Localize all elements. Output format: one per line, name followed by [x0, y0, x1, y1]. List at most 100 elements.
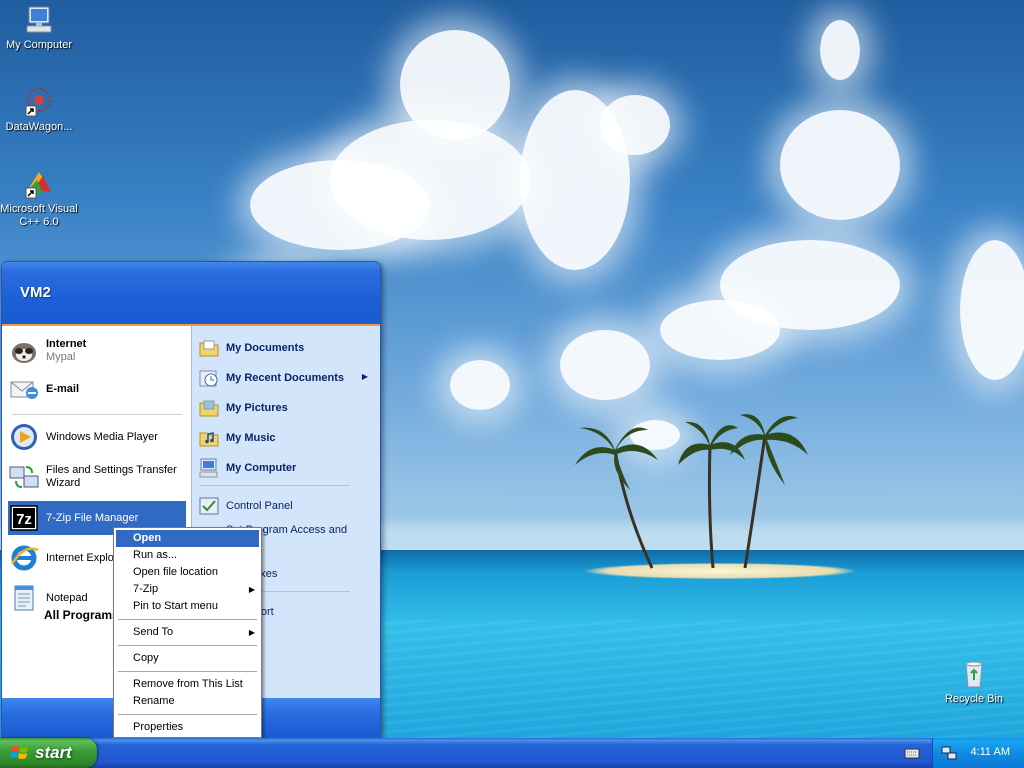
cloud: [780, 110, 900, 220]
pinned-item-email[interactable]: E-mail: [8, 372, 186, 406]
system-tray: 4:11 AM: [932, 738, 1024, 768]
ctx-properties[interactable]: Properties: [116, 719, 259, 736]
recent-item-windows-media-player[interactable]: Windows Media Player: [8, 420, 186, 454]
pinned-item-subtitle: Mypal: [46, 351, 76, 363]
submenu-arrow-icon: ▶: [248, 585, 255, 594]
ctx-remove-from-list[interactable]: Remove from This List: [116, 676, 259, 693]
desktop-icon-label: Microsoft Visual C++ 6.0: [0, 203, 78, 228]
separator: [118, 671, 257, 672]
place-label: My Documents: [226, 342, 305, 354]
media-player-icon: [11, 424, 37, 450]
submenu-arrow-icon: ▶: [248, 628, 255, 637]
computer-icon: [199, 458, 218, 478]
place-my-documents[interactable]: My Documents: [198, 334, 374, 362]
cloud: [960, 240, 1024, 380]
desktop-icon-label: DataWagon...: [5, 121, 73, 133]
control-panel-icon: [199, 497, 219, 515]
context-menu: Open Run as... Open file location 7-Zip ▶…: [113, 527, 262, 738]
taskbar: start 4:11 AM: [0, 738, 1024, 768]
desktop-icon-my-computer[interactable]: My Computer: [0, 4, 78, 52]
ctx-label: 7-Zip: [133, 583, 159, 595]
desktop-icon-datawagon[interactable]: DataWagon...: [0, 86, 78, 134]
cloud: [450, 360, 510, 410]
desktop-icon-visual-cpp[interactable]: Microsoft Visual C++ 6.0: [0, 168, 78, 229]
ctx-pin-to-start[interactable]: Pin to Start menu: [116, 598, 259, 615]
ctx-label: Remove from This List: [133, 678, 243, 690]
notepad-icon: [14, 585, 34, 611]
submenu-arrow-icon: ▶: [361, 372, 368, 381]
place-label: Control Panel: [226, 500, 293, 512]
ctx-label: Rename: [133, 695, 175, 707]
place-label: My Pictures: [226, 402, 288, 414]
start-label: start: [35, 743, 72, 762]
ctx-run-as[interactable]: Run as...: [116, 547, 259, 564]
7zip-icon: 7z: [10, 505, 38, 531]
place-my-pictures[interactable]: My Pictures: [198, 394, 374, 422]
desktop-icon-recycle-bin[interactable]: Recycle Bin: [935, 658, 1013, 706]
start-button[interactable]: start: [0, 738, 97, 768]
cloud: [660, 300, 780, 360]
place-label: My Recent Documents: [226, 372, 344, 384]
place-label: My Music: [226, 432, 276, 444]
separator: [200, 485, 350, 486]
pictures-folder-icon: [199, 400, 219, 417]
ctx-open-file-location[interactable]: Open file location: [116, 564, 259, 581]
place-my-recent-documents[interactable]: My Recent Documents ▶: [198, 364, 374, 392]
keyboard-language-icon[interactable]: [904, 745, 920, 761]
internet-explorer-icon: [10, 545, 39, 571]
visual-cpp-icon: [25, 172, 51, 199]
email-icon: [10, 381, 38, 399]
cloud: [820, 20, 860, 80]
ctx-label: Run as...: [133, 549, 178, 561]
separator: [12, 414, 182, 415]
ctx-label: Send To: [133, 626, 174, 638]
recent-item-label: Windows Media Player: [46, 430, 158, 443]
user-name: VM2: [20, 284, 51, 301]
pinned-item-title: Internet: [46, 338, 87, 350]
ctx-label: Open: [133, 532, 162, 544]
recent-item-label: Files and Settings Transfer Wizard: [46, 464, 177, 489]
place-my-computer[interactable]: My Computer: [198, 454, 374, 482]
pinned-item-internet[interactable]: Internet Mypal: [8, 334, 186, 368]
clock[interactable]: 4:11 AM: [970, 746, 1010, 758]
ctx-label: Open file location: [133, 566, 218, 578]
computer-icon: [26, 6, 52, 33]
separator: [118, 619, 257, 620]
windows-logo-icon: [10, 746, 28, 759]
cloud: [560, 330, 650, 400]
ctx-copy[interactable]: Copy: [116, 650, 259, 667]
cloud: [600, 95, 670, 155]
ctx-open[interactable]: Open: [116, 530, 259, 547]
recycle-bin-icon: [965, 661, 983, 688]
mypal-browser-icon: [12, 343, 36, 363]
recent-item-label: Notepad: [46, 591, 88, 604]
separator: [118, 714, 257, 715]
recent-item-label: 7-Zip File Manager: [46, 511, 139, 524]
ctx-rename[interactable]: Rename: [116, 693, 259, 710]
transfer-wizard-icon: [9, 466, 39, 488]
start-menu-header: VM2: [2, 262, 380, 326]
ctx-label: Copy: [133, 652, 159, 664]
ctx-label: Pin to Start menu: [133, 600, 218, 612]
ctx-send-to[interactable]: Send To ▶: [116, 624, 259, 641]
svg-text:7z: 7z: [16, 511, 32, 528]
recent-item-files-settings-transfer[interactable]: Files and Settings Transfer Wizard: [8, 460, 186, 494]
desktop-icon-label: My Computer: [5, 39, 73, 51]
separator: [118, 645, 257, 646]
folder-icon: [199, 340, 219, 357]
datawagon-icon: [25, 88, 51, 117]
network-icon[interactable]: [941, 745, 957, 761]
place-my-music[interactable]: My Music: [198, 424, 374, 452]
place-control-panel[interactable]: Control Panel: [198, 492, 374, 520]
music-folder-icon: [199, 432, 219, 447]
place-label: My Computer: [226, 462, 297, 474]
palm-trees: [575, 414, 808, 569]
ctx-label: Properties: [133, 721, 184, 733]
pinned-item-title: E-mail: [46, 382, 80, 395]
all-programs-button[interactable]: All Programs: [44, 608, 119, 622]
ctx-7zip[interactable]: 7-Zip ▶: [116, 581, 259, 598]
recent-documents-icon: [199, 370, 218, 387]
cloud: [330, 120, 530, 240]
recent-item-label: Internet Explo: [46, 551, 114, 564]
desktop-icon-label: Recycle Bin: [944, 693, 1004, 705]
